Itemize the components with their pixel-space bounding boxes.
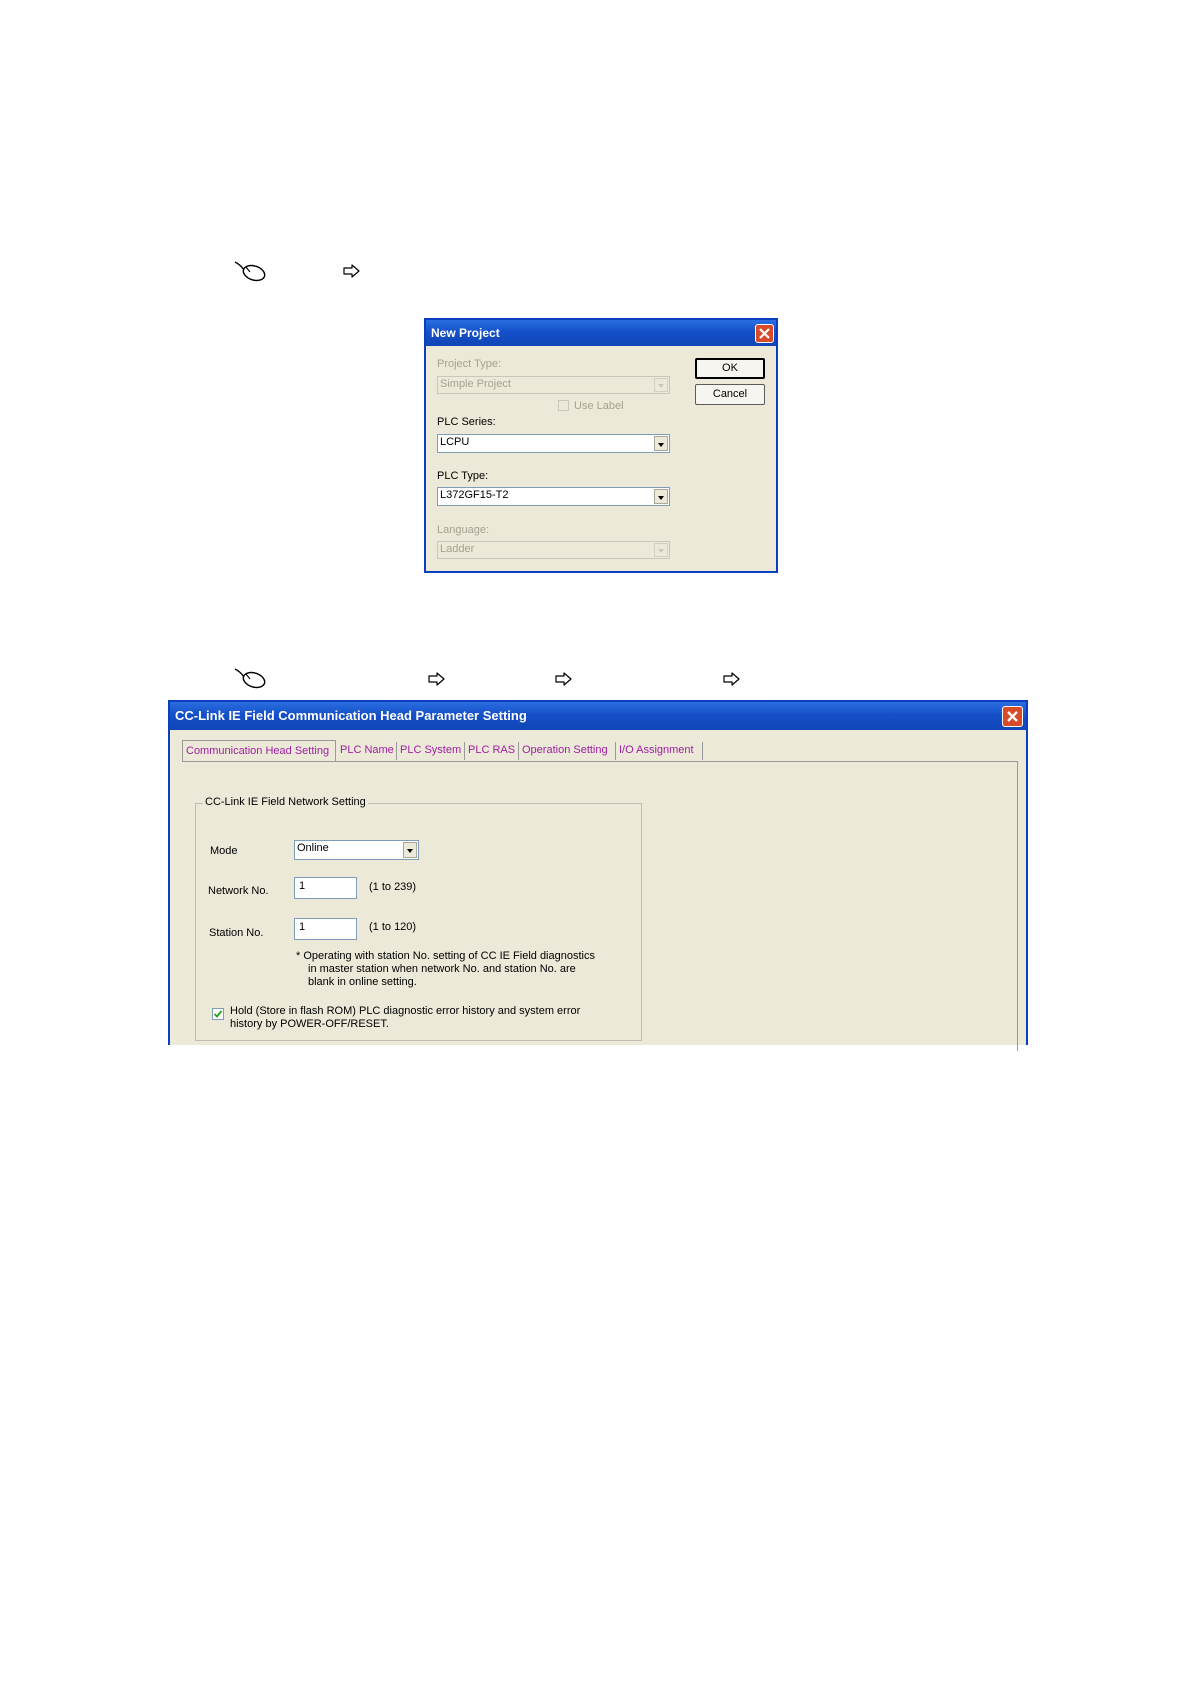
right-arrow-icon [723, 672, 740, 686]
dropdown-button[interactable] [654, 489, 668, 504]
mode-select[interactable]: Online [294, 840, 419, 860]
project-type-select: Simple Project [437, 376, 670, 394]
ok-button-label: OK [722, 362, 738, 374]
tab-operation-setting[interactable]: Operation Setting [519, 742, 616, 760]
mouse-icon [234, 261, 266, 282]
chevron-down-icon [658, 549, 664, 553]
station-no-range: (1 to 120) [369, 921, 417, 933]
plc-series-value: LCPU [440, 436, 470, 448]
dropdown-button[interactable] [403, 842, 417, 858]
dropdown-button [654, 378, 668, 392]
station-no-input[interactable]: 1 [294, 918, 357, 940]
new-project-dialog: New Project Project Type: Simple Project… [424, 318, 778, 573]
language-select: Ladder [437, 541, 670, 559]
cancel-button[interactable]: Cancel [695, 384, 765, 405]
right-arrow-icon [428, 672, 445, 686]
network-no-input[interactable]: 1 [294, 877, 357, 899]
plc-type-select[interactable]: L372GF15-T2 [437, 487, 670, 506]
network-no-range: (1 to 239) [369, 881, 417, 893]
cc-link-parameter-window: CC-Link IE Field Communication Head Para… [168, 700, 1028, 1051]
network-no-label: Network No. [208, 885, 269, 897]
tab-plc-ras[interactable]: PLC RAS [465, 742, 519, 760]
tab-plc-name[interactable]: PLC Name [337, 742, 397, 760]
close-icon [1007, 711, 1018, 722]
language-value: Ladder [440, 543, 475, 555]
checkmark-icon [213, 1010, 223, 1018]
ok-button[interactable]: OK [695, 358, 765, 379]
hold-history-checkbox[interactable] [212, 1008, 224, 1020]
use-label-checkbox [558, 400, 569, 411]
close-button[interactable] [755, 324, 774, 343]
dropdown-button[interactable] [654, 436, 668, 451]
group-title: CC-Link IE Field Network Setting [203, 796, 368, 808]
tab-communication-head-setting[interactable]: Communication Head Setting [182, 740, 336, 761]
plc-type-value: L372GF15-T2 [440, 489, 509, 501]
mouse-icon [234, 668, 266, 689]
mode-value: Online [297, 842, 329, 854]
note-line-3: blank in online setting. [308, 976, 417, 988]
plc-series-label: PLC Series: [437, 416, 496, 428]
hold-history-label-1: Hold (Store in flash ROM) PLC diagnostic… [230, 1005, 581, 1017]
title-bar: New Project [426, 320, 776, 346]
plc-type-label: PLC Type: [437, 470, 489, 482]
station-no-label: Station No. [209, 927, 264, 939]
chevron-down-icon [658, 496, 664, 500]
title-bar: CC-Link IE Field Communication Head Para… [170, 702, 1026, 730]
tab-plc-system[interactable]: PLC System [397, 742, 465, 760]
project-type-value: Simple Project [440, 378, 511, 390]
chevron-down-icon [658, 443, 664, 447]
cancel-button-label: Cancel [712, 388, 748, 400]
hold-history-label-2: history by POWER-OFF/RESET. [230, 1018, 389, 1030]
instruction-line-2 [230, 665, 760, 693]
close-button[interactable] [1002, 706, 1023, 727]
project-type-label: Project Type: [437, 358, 501, 370]
dialog-title: New Project [431, 326, 500, 340]
plc-series-select[interactable]: LCPU [437, 434, 670, 453]
note-line-1: * Operating with station No. setting of … [296, 950, 595, 962]
right-arrow-icon [343, 264, 360, 278]
right-arrow-icon [555, 672, 572, 686]
note-line-2: in master station when network No. and s… [308, 963, 576, 975]
tab-io-assignment[interactable]: I/O Assignment [616, 742, 703, 760]
use-label-text: Use Label [574, 400, 624, 412]
chevron-down-icon [658, 384, 664, 388]
dropdown-button [654, 543, 668, 557]
mode-label: Mode [210, 845, 238, 857]
tab-bar: Communication Head Setting PLC Name PLC … [182, 740, 1022, 762]
close-icon [759, 328, 770, 339]
instruction-line-1 [230, 258, 410, 286]
window-title: CC-Link IE Field Communication Head Para… [175, 708, 527, 723]
chevron-down-icon [407, 849, 413, 853]
language-label: Language: [437, 524, 489, 536]
